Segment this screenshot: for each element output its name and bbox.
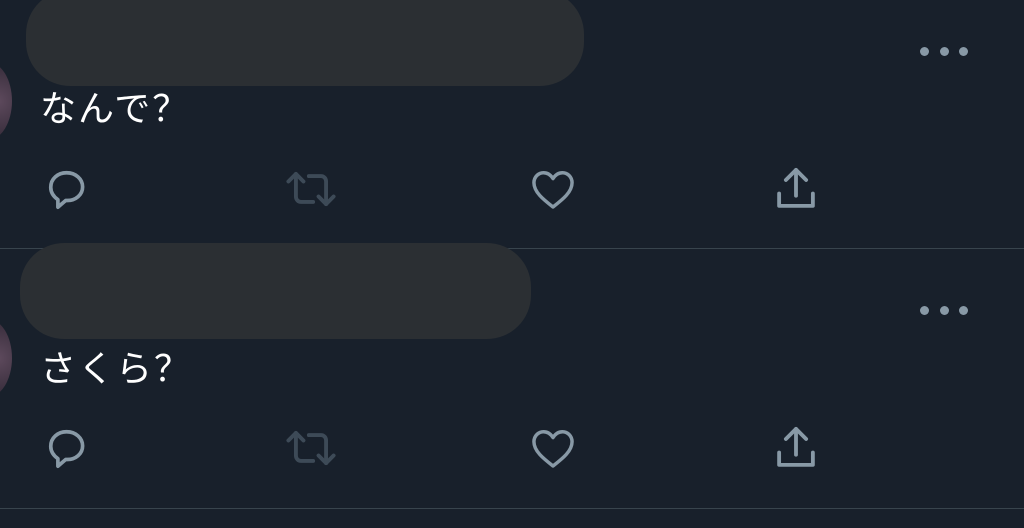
retweet-icon xyxy=(286,430,336,466)
reply-icon xyxy=(48,170,85,210)
retweet-button[interactable] xyxy=(281,161,341,217)
tweet[interactable]: さくら？ xyxy=(0,243,1024,508)
share-button[interactable] xyxy=(766,420,826,476)
like-button[interactable] xyxy=(523,161,583,217)
timeline: なんで？ さくら？ xyxy=(0,0,1024,528)
more-horizontal-icon xyxy=(920,46,929,56)
more-horizontal-icon xyxy=(920,305,929,315)
redacted-username xyxy=(20,243,531,339)
more-options-button[interactable] xyxy=(920,45,968,57)
avatar[interactable] xyxy=(0,319,12,397)
like-icon xyxy=(532,171,574,209)
reply-icon xyxy=(48,429,85,469)
share-icon xyxy=(777,426,815,467)
divider xyxy=(0,508,1024,509)
more-options-button[interactable] xyxy=(920,304,968,316)
share-button[interactable] xyxy=(766,161,826,217)
retweet-button[interactable] xyxy=(281,420,341,476)
redacted-username xyxy=(26,0,584,86)
retweet-icon xyxy=(286,171,336,207)
reply-button[interactable] xyxy=(37,161,97,217)
tweet-text: さくら？ xyxy=(40,349,193,390)
avatar[interactable] xyxy=(0,62,12,140)
tweet[interactable]: なんで？ xyxy=(0,0,1024,248)
share-icon xyxy=(777,167,815,208)
like-icon xyxy=(532,430,574,468)
reply-button[interactable] xyxy=(37,420,97,476)
tweet-text: なんで？ xyxy=(40,89,191,130)
like-button[interactable] xyxy=(523,420,583,476)
